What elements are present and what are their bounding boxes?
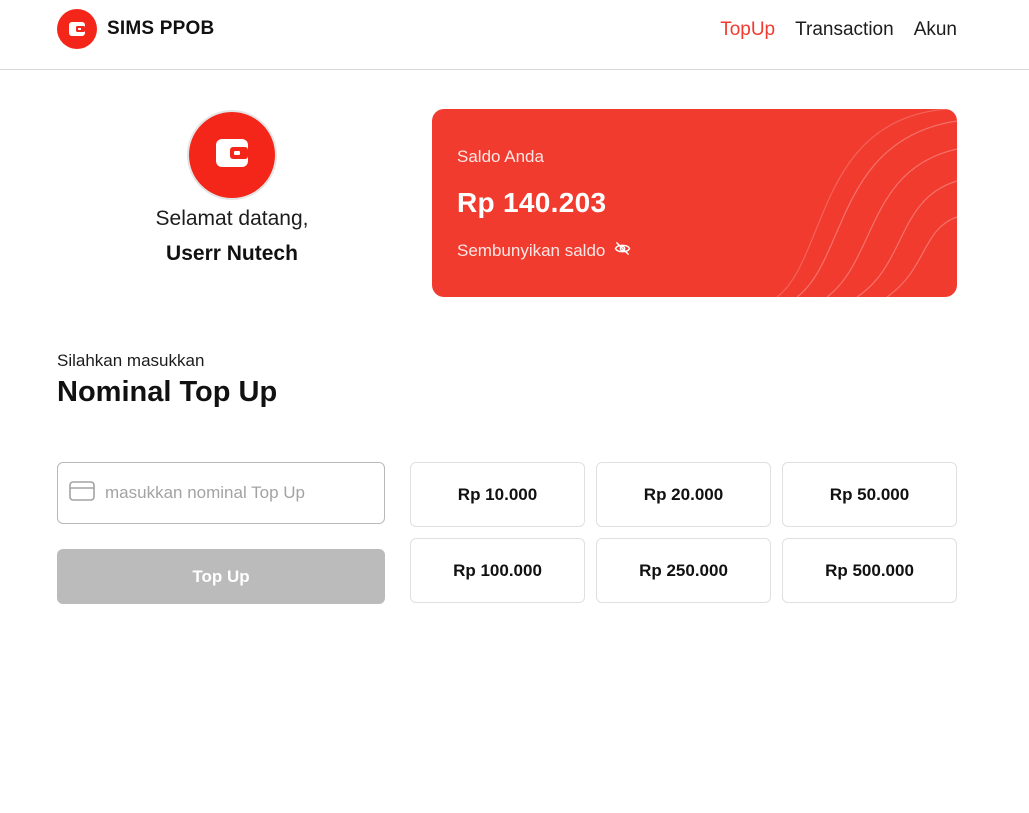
profile-section: Selamat datang, Userr Nutech [132,110,332,267]
nav-akun[interactable]: Akun [914,18,957,42]
wallet-icon [57,9,97,49]
top-navbar: SIMS PPOB TopUp Transaction Akun [0,0,1029,70]
preset-50000-button[interactable]: Rp 50.000 [782,462,957,527]
eye-off-icon [613,240,632,262]
balance-amount: Rp 140.203 [457,187,607,218]
brand[interactable]: SIMS PPOB [57,9,214,49]
toggle-label: Sembunyikan saldo [457,241,606,260]
user-name: Userr Nutech [166,242,298,265]
preset-20000-button[interactable]: Rp 20.000 [596,462,771,527]
nav-transaction[interactable]: Transaction [795,18,894,42]
preset-100000-button[interactable]: Rp 100.000 [410,538,585,603]
page-title: Nominal Top Up [57,376,278,408]
preset-amount-grid: Rp 10.000 Rp 20.000 Rp 50.000 Rp 100.000… [410,462,957,603]
nav-topup[interactable]: TopUp [720,18,775,42]
avatar [187,110,277,200]
credit-card-icon [69,480,95,506]
hide-balance-toggle[interactable]: Sembunyikan saldo [457,240,632,262]
preset-10000-button[interactable]: Rp 10.000 [410,462,585,527]
topup-button[interactable]: Top Up [57,549,385,604]
preset-500000-button[interactable]: Rp 500.000 [782,538,957,603]
preset-250000-button[interactable]: Rp 250.000 [596,538,771,603]
wallet-icon [213,137,251,174]
main-nav: TopUp Transaction Akun [720,18,957,42]
topup-amount-input[interactable] [105,483,365,503]
welcome-text: Selamat datang, [155,207,309,230]
topup-subtitle: Silahkan masukkan [57,351,205,370]
brand-name: SIMS PPOB [107,18,215,39]
topup-amount-field[interactable] [57,462,385,524]
balance-card: Saldo Anda Rp 140.203 Sembunyikan saldo [432,109,957,297]
wave-decoration [776,109,957,297]
balance-label: Saldo Anda [457,147,544,166]
